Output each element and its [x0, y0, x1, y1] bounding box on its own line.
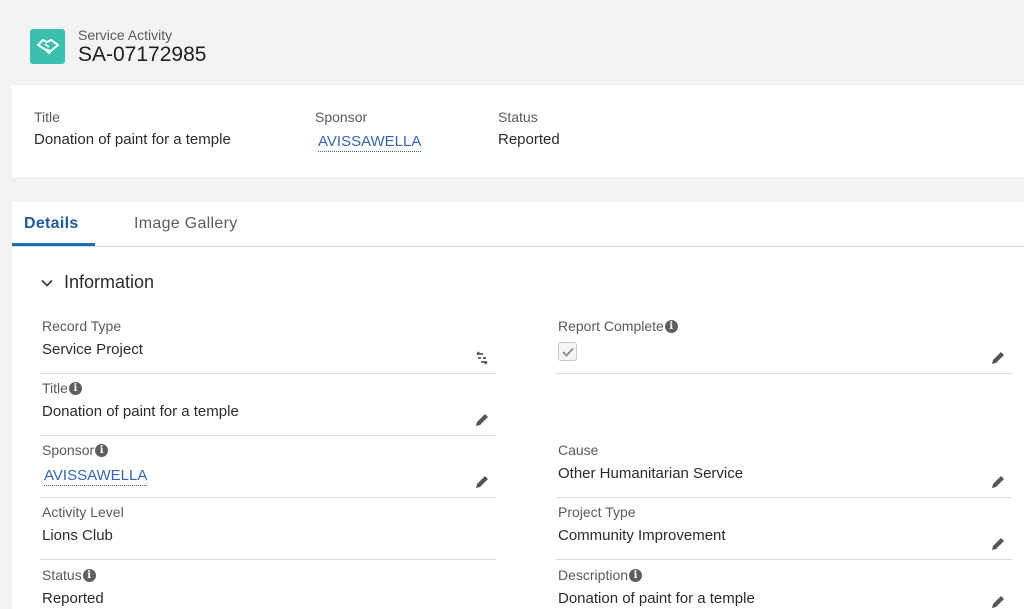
- section-title: Information: [64, 272, 155, 292]
- record-header: Service Activity SA-07172985: [0, 0, 1024, 84]
- field-description: Description i Donation of paint for a te…: [556, 561, 1012, 609]
- field-label-wrap: Status i: [42, 567, 96, 583]
- highlight-title: Title Donation of paint for a temple: [34, 109, 231, 148]
- active-tab-indicator: [12, 243, 95, 246]
- object-type-label: Service Activity: [78, 27, 173, 43]
- highlight-sponsor-label: Sponsor: [315, 109, 368, 125]
- field-label-wrap: Title i: [42, 380, 82, 396]
- field-cause: Cause Other Humanitarian Service: [556, 436, 1012, 498]
- field-value: Service Project: [42, 341, 143, 358]
- section-information-toggle[interactable]: Information: [40, 272, 154, 293]
- pencil-icon[interactable]: [474, 412, 490, 428]
- info-icon[interactable]: i: [68, 381, 82, 395]
- field-label: Project Type: [558, 504, 636, 520]
- checkmark-icon: [561, 347, 574, 357]
- handshake-icon: [30, 29, 65, 64]
- info-icon[interactable]: i: [82, 568, 96, 582]
- field-value: Donation of paint for a temple: [42, 403, 239, 420]
- pencil-icon[interactable]: [990, 350, 1006, 366]
- change-record-type-icon[interactable]: [474, 350, 490, 366]
- field-label: Report Complete: [558, 318, 664, 334]
- field-activity-level: Activity Level Lions Club: [40, 498, 496, 560]
- field-title: Title i Donation of paint for a temple: [40, 374, 496, 436]
- record-name: SA-07172985: [78, 43, 207, 66]
- highlight-status: Status Reported: [498, 109, 560, 148]
- field-value: Lions Club: [42, 527, 113, 544]
- tab-bar: Details Image Gallery: [12, 202, 1024, 247]
- field-label: Activity Level: [42, 504, 124, 520]
- field-value: Community Improvement: [558, 527, 726, 544]
- field-label-wrap: Report Complete i: [558, 318, 678, 334]
- highlight-sponsor-link[interactable]: AVISSAWELLA: [318, 133, 422, 152]
- field-label: Status: [42, 567, 82, 583]
- field-value: Donation of paint for a temple: [558, 590, 755, 607]
- sponsor-link[interactable]: AVISSAWELLA: [44, 467, 148, 486]
- field-label: Record Type: [42, 318, 122, 334]
- pencil-icon[interactable]: [474, 474, 490, 490]
- field-label: Description: [558, 567, 629, 583]
- highlight-status-label: Status: [498, 109, 538, 125]
- pencil-icon[interactable]: [990, 594, 1006, 609]
- highlights-panel: Title Donation of paint for a temple Spo…: [12, 85, 1024, 177]
- field-status: Status i Reported: [40, 561, 496, 609]
- details-card: Details Image Gallery Information Record…: [12, 202, 1024, 609]
- tab-image-gallery[interactable]: Image Gallery: [134, 215, 238, 233]
- info-icon[interactable]: i: [95, 443, 109, 457]
- field-project-type: Project Type Community Improvement: [556, 498, 1012, 560]
- chevron-down-icon: [41, 279, 53, 287]
- highlight-status-value: Reported: [498, 131, 560, 148]
- field-label-wrap: Description i: [558, 567, 643, 583]
- highlight-title-value: Donation of paint for a temple: [34, 131, 231, 148]
- highlight-sponsor: Sponsor AVISSAWELLA: [315, 109, 422, 152]
- info-icon[interactable]: i: [629, 568, 643, 582]
- field-record-type: Record Type Service Project: [40, 312, 496, 374]
- report-complete-checkbox[interactable]: [558, 342, 577, 361]
- tab-details[interactable]: Details: [24, 215, 79, 233]
- field-value: Other Humanitarian Service: [558, 465, 744, 482]
- highlight-title-label: Title: [34, 109, 60, 125]
- pencil-icon[interactable]: [990, 474, 1006, 490]
- field-sponsor: Sponsor i AVISSAWELLA: [40, 436, 496, 498]
- field-report-complete: Report Complete i: [556, 312, 1012, 374]
- field-label: Sponsor: [42, 442, 95, 458]
- field-label-wrap: Sponsor i: [42, 442, 109, 458]
- pencil-icon[interactable]: [990, 536, 1006, 552]
- field-label: Title: [42, 380, 68, 396]
- field-label: Cause: [558, 442, 599, 458]
- info-icon[interactable]: i: [664, 319, 678, 333]
- field-value: Reported: [42, 590, 104, 607]
